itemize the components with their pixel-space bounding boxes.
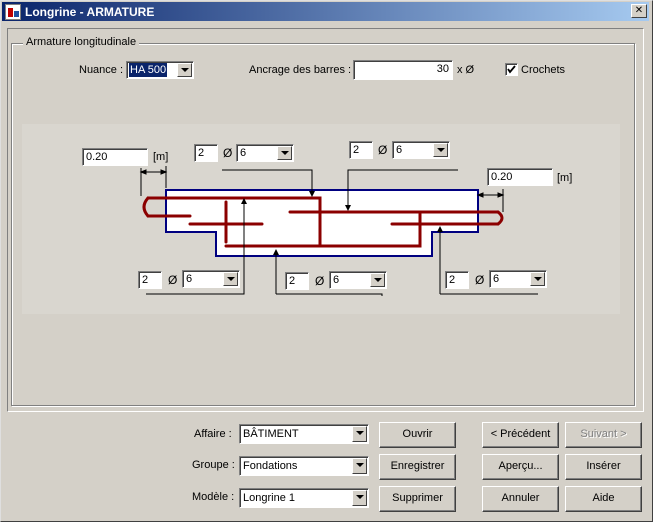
precedent-button[interactable]: < Précédent <box>482 422 559 448</box>
chevron-down-icon[interactable] <box>223 272 238 286</box>
bottom-right-diameter-value: 6 <box>493 273 500 285</box>
bottom-center-diameter-select[interactable]: 6 <box>329 271 387 289</box>
bottom-center-count-input[interactable]: 2 <box>285 272 309 290</box>
chevron-down-icon[interactable] <box>370 273 385 287</box>
inserer-button[interactable]: Insérer <box>565 454 642 480</box>
suivant-button[interactable]: Suivant > <box>565 422 642 448</box>
groupe-value: Fondations <box>243 460 298 472</box>
rebar-hook-left <box>142 196 150 218</box>
groupe-label: Groupe : <box>192 459 235 471</box>
bottom-left-count-input[interactable]: 2 <box>138 271 162 289</box>
right-width-unit: [m] <box>557 172 573 184</box>
supprimer-button[interactable]: Supprimer <box>379 486 456 512</box>
bottom-left-diameter-value: 6 <box>186 273 193 285</box>
chevron-down-icon[interactable] <box>530 272 545 286</box>
enregistrer-button[interactable]: Enregistrer <box>379 454 456 480</box>
aide-button[interactable]: Aide <box>565 486 642 512</box>
top-right-diameter-select[interactable]: 6 <box>392 141 450 159</box>
apercu-button[interactable]: Aperçu... <box>482 454 559 480</box>
top-right-count-input[interactable]: 2 <box>349 141 373 159</box>
diameter-symbol: Ø <box>475 273 485 287</box>
chevron-down-icon[interactable] <box>433 143 448 157</box>
top-right-diameter-value: 6 <box>396 144 403 156</box>
left-width-unit: [m] <box>153 151 169 163</box>
bottom-right-count-input[interactable]: 2 <box>445 271 469 289</box>
diameter-symbol: Ø <box>168 273 178 287</box>
chevron-down-icon[interactable] <box>352 458 367 474</box>
modele-value: Longrine 1 <box>243 492 295 504</box>
top-left-count-input[interactable]: 2 <box>194 144 218 162</box>
diameter-symbol: Ø <box>315 274 325 288</box>
groupe-select[interactable]: Fondations <box>239 456 369 476</box>
right-dimension <box>476 189 505 212</box>
rebar-hook-right <box>496 210 504 226</box>
top-left-diameter-value: 6 <box>240 147 247 159</box>
bottom-center-diameter-value: 6 <box>333 274 340 286</box>
chevron-down-icon[interactable] <box>352 426 367 442</box>
affaire-value: BÂTIMENT <box>243 428 299 440</box>
diameter-symbol: Ø <box>223 146 233 160</box>
left-width-input[interactable]: 0.20 <box>82 148 148 166</box>
chevron-down-icon[interactable] <box>277 146 292 160</box>
top-left-diameter-select[interactable]: 6 <box>236 144 294 162</box>
ouvrir-button[interactable]: Ouvrir <box>379 422 456 448</box>
bottom-right-diameter-select[interactable]: 6 <box>489 270 547 288</box>
modele-select[interactable]: Longrine 1 <box>239 488 369 508</box>
affaire-select[interactable]: BÂTIMENT <box>239 424 369 444</box>
left-dimension <box>139 166 168 196</box>
right-width-input[interactable]: 0.20 <box>487 168 553 186</box>
diameter-symbol: Ø <box>378 143 388 157</box>
bottom-left-diameter-select[interactable]: 6 <box>182 270 240 288</box>
chevron-down-icon[interactable] <box>352 490 367 506</box>
modele-label: Modèle : <box>192 491 235 503</box>
affaire-label: Affaire : <box>194 428 232 440</box>
annuler-button[interactable]: Annuler <box>482 486 559 512</box>
